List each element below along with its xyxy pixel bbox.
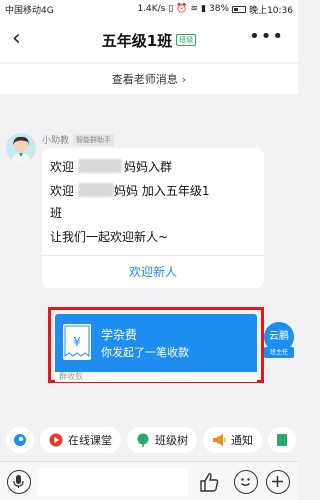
edit-icon [277, 434, 287, 446]
megaphone-icon [213, 434, 226, 446]
notice-button[interactable]: 通知 [203, 427, 262, 453]
like-button[interactable] [196, 469, 222, 495]
alarm-icon: ⏰ [176, 4, 188, 14]
teacher-role-badge: 班主任 [264, 347, 294, 358]
add-button[interactable] [266, 470, 290, 494]
message-line-2-end: 妈妈 加入五年级1 [114, 184, 210, 198]
message-line-3: 班 [50, 206, 63, 220]
smiley-icon [241, 478, 250, 486]
teacher-messages-label: 查看老师消息 [111, 73, 178, 86]
clock: 晚上10:36 [249, 5, 293, 16]
battery-icon [232, 5, 247, 13]
more-shortcut-button[interactable] [268, 427, 296, 453]
emoji-button[interactable] [234, 470, 258, 494]
message-line-2-start: 欢迎 [50, 184, 75, 198]
message-input[interactable] [38, 468, 188, 496]
bird-icon [14, 434, 26, 446]
fee-subtitle: 你发起了一笔收款 [101, 346, 189, 359]
online-class-button[interactable]: 在线课堂 [40, 427, 121, 453]
sender-name: 小助教 [42, 136, 70, 146]
shortcut-bar: 在线课堂 班级树 通知 [0, 424, 298, 456]
status-bar: 中国移动4G 1.4K/s ▯ ⏰ ≋ ▮ 38% 晚上10:36 [0, 0, 298, 18]
battery-percent: 38% [209, 4, 230, 14]
divider [42, 255, 264, 256]
network-speed: 1.4K/s [137, 4, 166, 14]
message-line-1-start: 欢迎 [50, 160, 75, 174]
svg-text:¥: ¥ [73, 335, 81, 349]
fee-card[interactable]: ¥ 学杂费 你发起了一笔收款 [55, 314, 257, 372]
vibrate-icon: ▯ [168, 4, 174, 14]
assistant-avatar[interactable] [6, 133, 36, 163]
voice-button[interactable] [7, 470, 31, 494]
message-line-1-end: 妈妈入群 [124, 160, 173, 174]
fee-card-footer: 群收款 [55, 372, 257, 382]
fee-title: 学杂费 [101, 328, 138, 342]
teacher-messages-button[interactable]: 查看老师消息 › [0, 64, 298, 94]
chevron-right-icon: › [181, 72, 187, 86]
online-class-label: 在线课堂 [68, 434, 112, 447]
fee-card-footer-label: 群收款 [59, 372, 83, 381]
signal-icon: ▮ [201, 4, 207, 14]
input-bar [0, 461, 298, 500]
sender-badge: 智能群助手 [73, 133, 115, 146]
redacted-name [78, 183, 114, 197]
play-icon [49, 433, 63, 447]
page-title: 五年级1班 [101, 31, 173, 50]
nav-bar: ‹ 五年级1班 班级 ••• [0, 18, 298, 62]
class-badge: 班级 [176, 34, 197, 46]
class-tree-label: 班级树 [155, 434, 188, 447]
microphone-icon [13, 475, 24, 488]
notice-label: 通知 [231, 434, 253, 447]
class-tree-button[interactable]: 班级树 [127, 427, 197, 453]
tree-icon [137, 433, 149, 447]
welcome-newcomer-button[interactable]: 欢迎新人 [42, 257, 264, 287]
plus-icon [272, 476, 283, 487]
redacted-name [78, 159, 122, 173]
thumbs-up-icon [200, 473, 219, 492]
message-line-4: 让我们一起欢迎新人~ [50, 230, 169, 244]
receipt-icon: ¥ [63, 324, 91, 360]
message-bubble[interactable]: 欢迎 妈妈入群 欢迎 妈妈 加入五年级1 班 让我们一起欢迎新人~ 欢迎新人 [42, 148, 264, 288]
back-icon[interactable]: ‹ [12, 27, 21, 51]
carrier-label: 中国移动4G [5, 5, 54, 16]
wifi-icon: ≋ [190, 4, 199, 14]
more-icon[interactable]: ••• [249, 26, 284, 47]
home-shortcut-button[interactable] [6, 427, 34, 453]
teacher-avatar-icon [11, 136, 31, 163]
